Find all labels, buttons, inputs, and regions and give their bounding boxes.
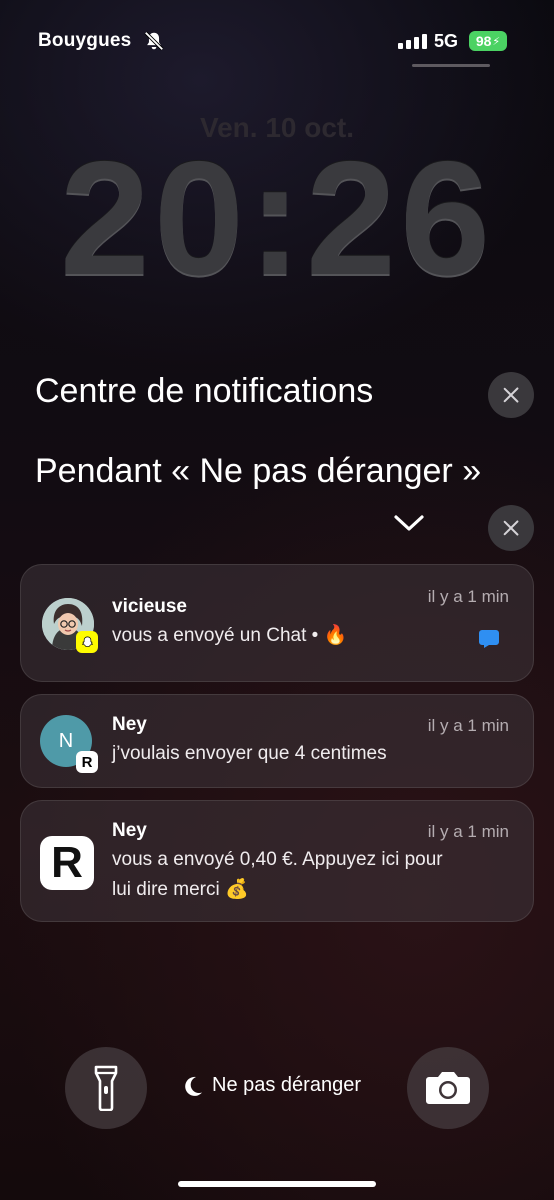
focus-mode-indicator[interactable]: Ne pas déranger [182, 1074, 361, 1097]
close-icon [502, 386, 520, 404]
clear-dnd-button[interactable] [488, 505, 534, 551]
flashlight-icon [94, 1065, 118, 1111]
notification-sender: Ney [112, 714, 147, 735]
avatar-initial: N [58, 729, 74, 752]
notification-card-snapchat[interactable]: vicieuse il y a 1 min vous a envoyé un C… [20, 564, 534, 682]
focus-mode-label: Ne pas déranger [212, 1074, 361, 1096]
notification-center-title: Centre de notifications [35, 372, 374, 410]
carrier-name: Bouygues [38, 30, 132, 51]
notification-message-line-1: vous a envoyé 0,40 €. Appuyez ici pour [112, 849, 443, 870]
notification-card-revolut-payment[interactable]: R Ney il y a 1 min vous a envoyé 0,40 €.… [20, 800, 534, 922]
battery-indicator: 98 ⚡ [469, 31, 507, 51]
network-type: 5G [434, 31, 459, 51]
notification-message: j’voulais envoyer que 4 centimes [112, 743, 387, 764]
home-indicator[interactable] [178, 1181, 376, 1187]
revolut-app-icon: R [40, 836, 94, 890]
chevron-down-icon[interactable] [392, 512, 426, 534]
snapchat-ghost-icon [76, 631, 98, 653]
notification-message: vous a envoyé un Chat • 🔥 [112, 625, 348, 646]
close-icon [502, 519, 520, 537]
notification-sender: Ney [112, 820, 147, 841]
signal-strength-icon [398, 34, 427, 49]
bell-slash-icon [144, 31, 164, 51]
notification-time: il y a 1 min [427, 587, 509, 606]
flashlight-button[interactable] [65, 1047, 147, 1129]
notification-time: il y a 1 min [427, 822, 509, 841]
chat-bubble-icon [479, 630, 499, 648]
clear-all-button[interactable] [488, 372, 534, 418]
dnd-section-title: Pendant « Ne pas déranger » [35, 452, 482, 490]
control-center-handle[interactable] [412, 64, 490, 67]
notification-time: il y a 1 min [427, 716, 509, 735]
camera-icon [426, 1072, 470, 1104]
battery-level: 98 [475, 33, 492, 49]
notification-sender: vicieuse [112, 596, 187, 617]
notification-message-line-2: lui dire merci 💰 [112, 879, 249, 900]
camera-button[interactable] [407, 1047, 489, 1129]
notification-card-revolut-message[interactable]: N R Ney il y a 1 min j’voulais envoyer q… [20, 694, 534, 788]
moon-icon [185, 1076, 202, 1096]
revolut-logo-icon: R [76, 751, 98, 773]
lock-time: 20:26 [59, 128, 495, 309]
